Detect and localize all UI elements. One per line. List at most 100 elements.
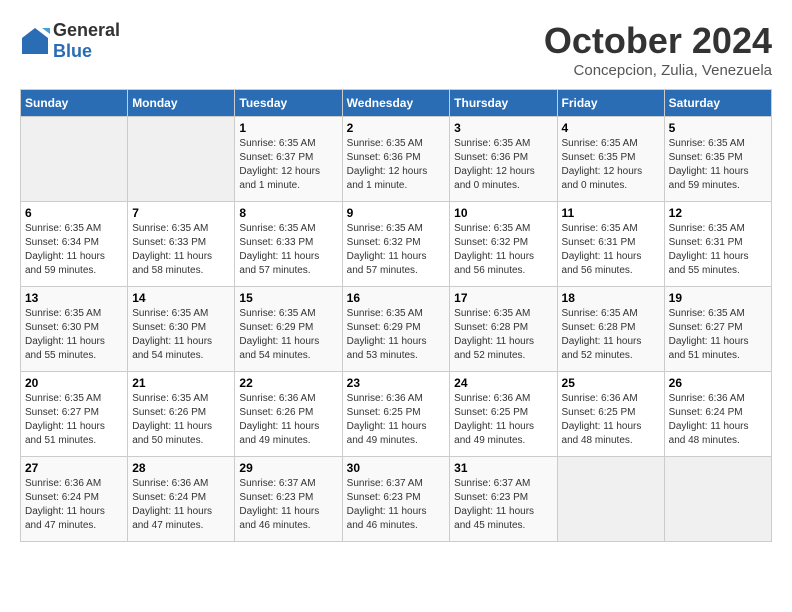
day-header: Wednesday	[342, 90, 450, 117]
calendar-cell: 10Sunrise: 6:35 AMSunset: 6:32 PMDayligh…	[450, 202, 557, 287]
calendar-cell: 23 Sunrise: 6:36 AMSunset: 6:25 PMDayligh…	[342, 372, 450, 457]
title-block: October 2024 Concepcion, Zulia, Venezuel…	[544, 20, 772, 79]
day-number: 4	[562, 121, 660, 135]
day-number: 2	[347, 121, 446, 135]
day-info: Sunrise: 6:35 AMSunset: 6:30 PMDaylight:…	[132, 307, 230, 363]
day-number: 7	[132, 206, 230, 220]
day-number: 15	[239, 291, 337, 305]
calendar-cell: 15 Sunrise: 6:35 AMSunset: 6:29 PMDayligh…	[235, 287, 342, 372]
day-number: 16	[347, 291, 446, 305]
day-header: Thursday	[450, 90, 557, 117]
day-info: Sunrise: 6:37 AMSunset: 6:23 PMDaylight:…	[347, 477, 446, 533]
day-number: 1	[239, 121, 337, 135]
day-number: 14	[132, 291, 230, 305]
calendar-cell: 14 Sunrise: 6:35 AMSunset: 6:30 PMDayligh…	[128, 287, 235, 372]
calendar-cell: 9 Sunrise: 6:35 AMSunset: 6:32 PMDaylight…	[342, 202, 450, 287]
day-info: Sunrise: 6:35 AMSunset: 6:36 PMDaylight:…	[454, 137, 552, 193]
day-info: Sunrise: 6:35 AMSunset: 6:36 PMDaylight:…	[347, 137, 446, 193]
calendar-cell	[128, 117, 235, 202]
day-number: 12	[669, 206, 767, 220]
day-number: 13	[25, 291, 123, 305]
calendar-cell: 2 Sunrise: 6:35 AMSunset: 6:36 PMDaylight…	[342, 117, 450, 202]
day-info: Sunrise: 6:36 AMSunset: 6:25 PMDaylight:…	[562, 392, 660, 448]
logo: General Blue	[20, 20, 120, 62]
day-number: 21	[132, 376, 230, 390]
day-info: Sunrise: 6:35 AMSunset: 6:29 PMDaylight:…	[239, 307, 337, 363]
calendar-week-row: 27Sunrise: 6:36 AMSunset: 6:24 PMDayligh…	[21, 457, 772, 542]
calendar-cell: 25 Sunrise: 6:36 AMSunset: 6:25 PMDayligh…	[557, 372, 664, 457]
day-info: Sunrise: 6:36 AMSunset: 6:26 PMDaylight:…	[239, 392, 337, 448]
day-number: 24	[454, 376, 552, 390]
day-header: Sunday	[21, 90, 128, 117]
day-number: 29	[239, 461, 337, 475]
calendar-cell: 3 Sunrise: 6:35 AMSunset: 6:36 PMDaylight…	[450, 117, 557, 202]
calendar-cell: 28Sunrise: 6:36 AMSunset: 6:24 PMDayligh…	[128, 457, 235, 542]
day-info: Sunrise: 6:36 AMSunset: 6:24 PMDaylight:…	[25, 477, 123, 533]
day-info: Sunrise: 6:35 AMSunset: 6:37 PMDaylight:…	[239, 137, 337, 193]
day-info: Sunrise: 6:35 AMSunset: 6:34 PMDaylight:…	[25, 222, 123, 278]
calendar-week-row: 13 Sunrise: 6:35 AMSunset: 6:30 PMDayligh…	[21, 287, 772, 372]
calendar-cell: 20 Sunrise: 6:35 AMSunset: 6:27 PMDayligh…	[21, 372, 128, 457]
calendar-week-row: 6 Sunrise: 6:35 AMSunset: 6:34 PMDaylight…	[21, 202, 772, 287]
day-info: Sunrise: 6:35 AMSunset: 6:28 PMDaylight:…	[562, 307, 660, 363]
logo-text-blue: Blue	[53, 41, 92, 61]
day-info: Sunrise: 6:35 AMSunset: 6:29 PMDaylight:…	[347, 307, 446, 363]
calendar-cell: 26 Sunrise: 6:36 AMSunset: 6:24 PMDayligh…	[664, 372, 771, 457]
day-number: 25	[562, 376, 660, 390]
day-info: Sunrise: 6:36 AMSunset: 6:25 PMDaylight:…	[454, 392, 552, 448]
day-number: 5	[669, 121, 767, 135]
day-number: 19	[669, 291, 767, 305]
logo-text-general: General	[53, 20, 120, 40]
day-info: Sunrise: 6:35 AMSunset: 6:32 PMDaylight:…	[347, 222, 446, 278]
calendar-cell: 21 Sunrise: 6:35 AMSunset: 6:26 PMDayligh…	[128, 372, 235, 457]
day-info: Sunrise: 6:35 AMSunset: 6:30 PMDaylight:…	[25, 307, 123, 363]
calendar-cell: 30Sunrise: 6:37 AMSunset: 6:23 PMDayligh…	[342, 457, 450, 542]
calendar-cell: 16 Sunrise: 6:35 AMSunset: 6:29 PMDayligh…	[342, 287, 450, 372]
day-header: Tuesday	[235, 90, 342, 117]
day-number: 17	[454, 291, 552, 305]
day-info: Sunrise: 6:35 AMSunset: 6:35 PMDaylight:…	[669, 137, 767, 193]
calendar-cell: 11 Sunrise: 6:35 AMSunset: 6:31 PMDayligh…	[557, 202, 664, 287]
day-info: Sunrise: 6:35 AMSunset: 6:31 PMDaylight:…	[562, 222, 660, 278]
day-number: 18	[562, 291, 660, 305]
calendar-cell	[21, 117, 128, 202]
day-info: Sunrise: 6:37 AMSunset: 6:23 PMDaylight:…	[454, 477, 552, 533]
calendar-cell: 24 Sunrise: 6:36 AMSunset: 6:25 PMDayligh…	[450, 372, 557, 457]
day-info: Sunrise: 6:35 AMSunset: 6:31 PMDaylight:…	[669, 222, 767, 278]
calendar-week-row: 1 Sunrise: 6:35 AMSunset: 6:37 PMDaylight…	[21, 117, 772, 202]
day-info: Sunrise: 6:35 AMSunset: 6:35 PMDaylight:…	[562, 137, 660, 193]
day-info: Sunrise: 6:36 AMSunset: 6:24 PMDaylight:…	[669, 392, 767, 448]
page-header: General Blue October 2024 Concepcion, Zu…	[20, 20, 772, 79]
calendar-cell: 27Sunrise: 6:36 AMSunset: 6:24 PMDayligh…	[21, 457, 128, 542]
day-info: Sunrise: 6:35 AMSunset: 6:27 PMDaylight:…	[669, 307, 767, 363]
day-number: 23	[347, 376, 446, 390]
logo-icon	[20, 26, 50, 56]
day-number: 31	[454, 461, 552, 475]
day-header: Friday	[557, 90, 664, 117]
day-number: 26	[669, 376, 767, 390]
day-info: Sunrise: 6:35 AMSunset: 6:28 PMDaylight:…	[454, 307, 552, 363]
day-number: 20	[25, 376, 123, 390]
calendar-cell: 17 Sunrise: 6:35 AMSunset: 6:28 PMDayligh…	[450, 287, 557, 372]
calendar-cell: 1 Sunrise: 6:35 AMSunset: 6:37 PMDaylight…	[235, 117, 342, 202]
day-number: 9	[347, 206, 446, 220]
calendar-cell: 31 Sunrise: 6:37 AMSunset: 6:23 PMDayligh…	[450, 457, 557, 542]
calendar-header-row: SundayMondayTuesdayWednesdayThursdayFrid…	[21, 90, 772, 117]
calendar-cell: 6 Sunrise: 6:35 AMSunset: 6:34 PMDaylight…	[21, 202, 128, 287]
day-number: 11	[562, 206, 660, 220]
day-number: 6	[25, 206, 123, 220]
day-info: Sunrise: 6:35 AMSunset: 6:33 PMDaylight:…	[132, 222, 230, 278]
calendar-cell: 12 Sunrise: 6:35 AMSunset: 6:31 PMDayligh…	[664, 202, 771, 287]
calendar-cell: 13 Sunrise: 6:35 AMSunset: 6:30 PMDayligh…	[21, 287, 128, 372]
day-info: Sunrise: 6:36 AMSunset: 6:24 PMDaylight:…	[132, 477, 230, 533]
day-info: Sunrise: 6:36 AMSunset: 6:25 PMDaylight:…	[347, 392, 446, 448]
day-number: 8	[239, 206, 337, 220]
day-info: Sunrise: 6:35 AMSunset: 6:27 PMDaylight:…	[25, 392, 123, 448]
calendar-cell: 18 Sunrise: 6:35 AMSunset: 6:28 PMDayligh…	[557, 287, 664, 372]
day-info: Sunrise: 6:35 AMSunset: 6:26 PMDaylight:…	[132, 392, 230, 448]
calendar-cell: 29Sunrise: 6:37 AMSunset: 6:23 PMDayligh…	[235, 457, 342, 542]
month-title: October 2024	[544, 20, 772, 62]
day-number: 3	[454, 121, 552, 135]
calendar-cell: 22Sunrise: 6:36 AMSunset: 6:26 PMDayligh…	[235, 372, 342, 457]
day-number: 10	[454, 206, 552, 220]
